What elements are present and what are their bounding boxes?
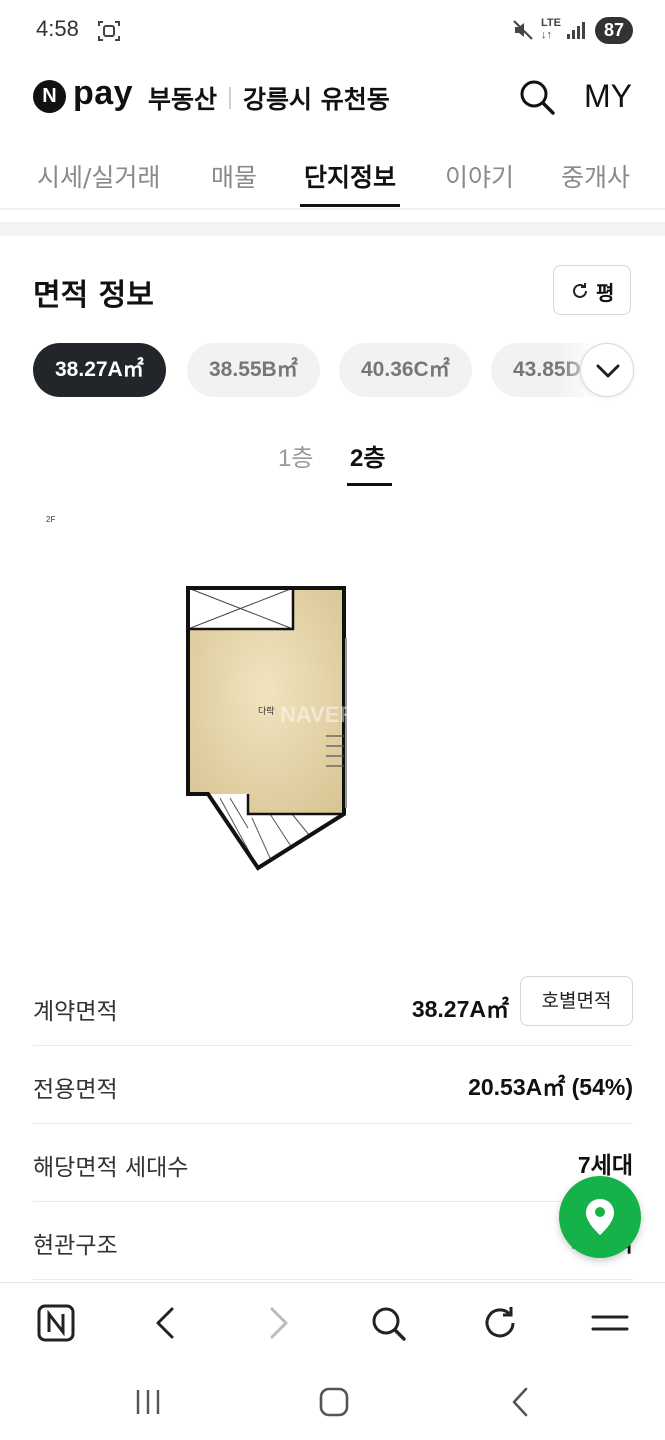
main-tabs: 시세/실거래 매물 단지정보 이야기 중개사	[0, 146, 665, 208]
active-floor-indicator	[347, 483, 392, 486]
search-icon[interactable]	[368, 1303, 408, 1343]
map-location-button[interactable]	[559, 1176, 641, 1258]
info-row-contract-area: 계약면적 38.27A㎡ 호별면적	[33, 968, 633, 1046]
info-row-exclusive-area: 전용면적 20.53A㎡ (54%)	[33, 1046, 633, 1124]
room-label: 다락	[258, 705, 275, 717]
tab-agents[interactable]: 중개사	[561, 158, 630, 194]
signal-icon	[567, 22, 585, 39]
chevron-down-icon	[596, 364, 620, 378]
refresh-icon[interactable]	[480, 1303, 520, 1343]
info-row-entrance-type: 현관구조 복도식	[33, 1202, 633, 1280]
area-type-chips: 38.27A㎡ 38.55B㎡ 40.36C㎡ 43.85D㎡	[0, 343, 665, 399]
watermark: NAVER	[280, 702, 355, 727]
section-title: 면적 정보	[33, 278, 154, 313]
floor-tabs: 1층 2층	[0, 432, 665, 488]
info-value: 38.27A㎡	[411, 996, 509, 1022]
map-pin-icon	[586, 1199, 614, 1235]
header-divider	[229, 87, 231, 109]
system-nav-bar	[0, 1366, 665, 1440]
system-back-icon[interactable]	[504, 1384, 540, 1420]
section-separator	[0, 222, 665, 236]
active-tab-indicator	[300, 204, 400, 207]
home-icon[interactable]	[316, 1384, 352, 1420]
forward-icon[interactable]	[258, 1303, 298, 1343]
unit-toggle-label: 평	[596, 281, 615, 305]
floor-plan-image[interactable]: 2F 다락 NAVER	[30, 508, 635, 928]
unit-area-button[interactable]: 호별면적	[520, 976, 633, 1026]
info-value: 7세대	[577, 1152, 633, 1178]
battery-indicator: 87	[595, 17, 633, 44]
location-selector[interactable]: 강릉시 유천동	[243, 80, 390, 116]
area-chip[interactable]: 40.36C㎡	[339, 343, 472, 397]
unit-toggle-button[interactable]: 평	[553, 265, 631, 315]
naver-home-icon[interactable]	[36, 1303, 76, 1343]
info-row-household-count: 해당면적 세대수 7세대	[33, 1124, 633, 1202]
tab-listings[interactable]: 매물	[211, 158, 257, 194]
floor-marker: 2F	[46, 515, 55, 524]
network-type: LTE ↓↑	[541, 17, 561, 41]
expand-chips-button[interactable]	[580, 343, 634, 397]
service-name[interactable]: 부동산	[148, 80, 217, 116]
status-time: 4:58	[36, 16, 79, 41]
mute-icon	[513, 20, 533, 40]
naver-n-logo[interactable]: N	[33, 80, 66, 113]
my-page-button[interactable]: MY	[584, 78, 632, 115]
void-box	[187, 587, 294, 630]
tab-stories[interactable]: 이야기	[445, 158, 514, 194]
info-label: 현관구조	[33, 1233, 118, 1259]
recents-icon[interactable]	[130, 1384, 166, 1420]
info-label: 전용면적	[33, 1077, 118, 1103]
tabs-divider	[0, 208, 665, 210]
refresh-icon	[573, 283, 587, 298]
floor-tab-2[interactable]: 2층	[350, 438, 385, 473]
tab-price[interactable]: 시세/실거래	[37, 158, 160, 194]
area-chip[interactable]: 38.55B㎡	[187, 343, 320, 397]
pay-logo-text[interactable]: pay	[73, 74, 133, 113]
info-label: 해당면적 세대수	[33, 1155, 189, 1181]
search-icon[interactable]	[518, 78, 556, 116]
back-icon[interactable]	[146, 1303, 186, 1343]
area-chip[interactable]: 38.27A㎡	[33, 343, 166, 397]
status-bar: 4:58 LTE ↓↑ 87	[0, 0, 665, 62]
app-header: N pay 부동산 강릉시 유천동 MY	[0, 62, 665, 132]
info-value: 20.53A㎡ (54%)	[468, 1074, 633, 1100]
tab-complex-info[interactable]: 단지정보	[304, 158, 396, 194]
menu-icon[interactable]	[590, 1303, 630, 1343]
info-label: 계약면적	[33, 999, 118, 1025]
floor-tab-1[interactable]: 1층	[278, 438, 313, 473]
browser-toolbar	[0, 1282, 665, 1366]
screenshot-scan-icon	[98, 21, 120, 41]
